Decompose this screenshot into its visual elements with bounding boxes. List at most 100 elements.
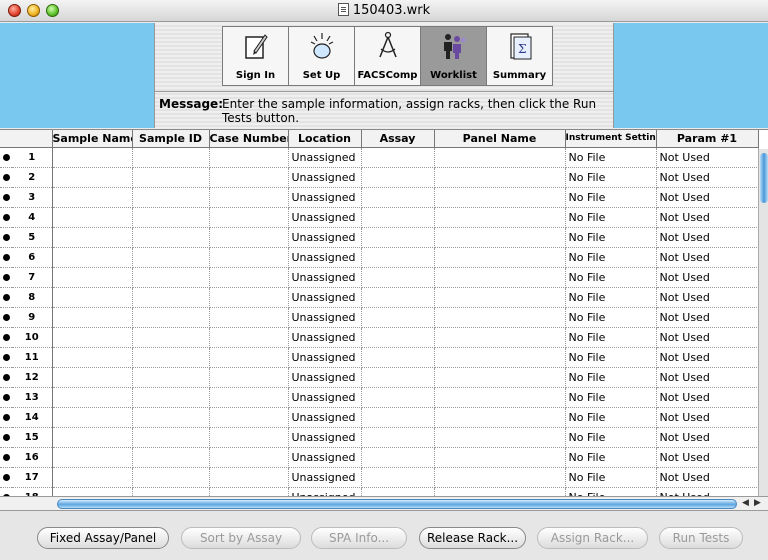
scroll-right-arrow-icon[interactable]: ▶ [754,498,761,508]
cell-param-1[interactable]: Not Used [656,407,759,428]
cell-sample-name[interactable] [52,227,133,248]
table-row[interactable]: 11 Unassigned No File Not Used [0,347,759,368]
cell-instrument-settings[interactable]: No File [565,247,657,268]
cell-param-1[interactable]: Not Used [656,267,759,288]
cell-assay[interactable] [361,447,435,468]
cell-location[interactable]: Unassigned [288,167,362,188]
cell-panel-name[interactable] [434,407,566,428]
cell-sample-name[interactable] [52,207,133,228]
table-row[interactable]: 18 Unassigned No FileNot Used [0,487,759,496]
cell-panel-name[interactable] [434,167,566,188]
table-row[interactable]: 2 Unassigned No File Not Used [0,167,759,188]
cell-assay[interactable] [361,287,435,308]
cell-location[interactable]: Unassigned [288,327,362,348]
cell-sample-name[interactable] [52,387,133,408]
cell-sample-id[interactable] [132,427,210,448]
cell-instrument-settings[interactable]: No File [565,207,657,228]
cell-case-number[interactable] [209,247,289,268]
cell-assay[interactable] [361,227,435,248]
horizontal-scrollbar[interactable]: ◀ ▶ [0,496,768,511]
tool-summary[interactable]: Σ Summary [486,26,553,86]
cell-location[interactable]: Unassigned [288,387,362,408]
header-panel-name[interactable]: Panel Name [434,130,566,148]
cell-sample-id[interactable] [132,347,210,368]
header-instrument-settings[interactable]: Instrument Settings [565,130,657,148]
cell-location[interactable]: Unassigned [288,407,362,428]
table-row[interactable]: 4 Unassigned No File Not Used [0,207,759,228]
cell-case-number[interactable] [209,487,289,496]
cell-sample-id[interactable] [132,467,210,488]
cell-case-number[interactable] [209,367,289,388]
cell-param-1[interactable]: Not Used [656,487,759,496]
cell-assay[interactable] [361,247,435,268]
cell-sample-name[interactable] [52,407,133,428]
cell-case-number[interactable] [209,147,289,168]
cell-assay[interactable] [361,207,435,228]
vertical-scrollbar[interactable] [758,149,768,496]
cell-location[interactable]: Unassigned [288,487,362,496]
table-row[interactable]: 16 Unassigned No File Not Used [0,447,759,468]
cell-sample-id[interactable] [132,287,210,308]
cell-sample-id[interactable] [132,487,210,496]
vertical-scroll-thumb[interactable] [760,153,768,203]
cell-sample-id[interactable] [132,227,210,248]
cell-case-number[interactable] [209,347,289,368]
scroll-left-arrow-icon[interactable]: ◀ [742,498,749,508]
horizontal-scroll-thumb[interactable] [57,499,737,509]
cell-case-number[interactable] [209,207,289,228]
table-row[interactable]: 15 Unassigned No File Not Used [0,427,759,448]
cell-instrument-settings[interactable]: No File [565,407,657,428]
cell-panel-name[interactable] [434,487,566,496]
table-row[interactable]: 5 Unassigned No File Not Used [0,227,759,248]
cell-sample-name[interactable] [52,187,133,208]
header-sample-name[interactable]: Sample Name [52,130,133,148]
cell-sample-name[interactable] [52,307,133,328]
cell-panel-name[interactable] [434,327,566,348]
cell-sample-id[interactable] [132,387,210,408]
cell-instrument-settings[interactable]: No File [565,267,657,288]
cell-sample-name[interactable] [52,167,133,188]
sort-by-assay-button[interactable]: Sort by Assay [181,527,301,549]
cell-instrument-settings[interactable]: No File [565,227,657,248]
cell-location[interactable]: Unassigned [288,287,362,308]
cell-sample-name[interactable] [52,347,133,368]
cell-assay[interactable] [361,307,435,328]
fixed-assay-panel-button[interactable]: Fixed Assay/Panel [37,527,169,549]
tool-set-up[interactable]: Set Up [288,26,355,86]
cell-panel-name[interactable] [434,307,566,328]
cell-assay[interactable] [361,187,435,208]
cell-sample-id[interactable] [132,247,210,268]
cell-instrument-settings[interactable]: No File [565,367,657,388]
cell-instrument-settings[interactable]: No File [565,187,657,208]
cell-instrument-settings[interactable]: No File [565,287,657,308]
cell-case-number[interactable] [209,227,289,248]
cell-assay[interactable] [361,467,435,488]
cell-panel-name[interactable] [434,207,566,228]
cell-location[interactable]: Unassigned [288,307,362,328]
cell-location[interactable]: Unassigned [288,427,362,448]
cell-case-number[interactable] [209,287,289,308]
cell-sample-id[interactable] [132,367,210,388]
cell-param-1[interactable]: Not Used [656,367,759,388]
cell-instrument-settings[interactable]: No File [565,487,657,496]
cell-case-number[interactable] [209,407,289,428]
cell-param-1[interactable]: Not Used [656,187,759,208]
cell-location[interactable]: Unassigned [288,227,362,248]
cell-instrument-settings[interactable]: No File [565,327,657,348]
cell-sample-name[interactable] [52,327,133,348]
cell-instrument-settings[interactable]: No File [565,147,657,168]
cell-sample-name[interactable] [52,487,133,496]
header-sample-id[interactable]: Sample ID [132,130,210,148]
table-row[interactable]: 12 Unassigned No File Not Used [0,367,759,388]
cell-instrument-settings[interactable]: No File [565,467,657,488]
table-row[interactable]: 6 Unassigned No File Not Used [0,247,759,268]
cell-location[interactable]: Unassigned [288,187,362,208]
cell-panel-name[interactable] [434,267,566,288]
cell-case-number[interactable] [209,467,289,488]
cell-assay[interactable] [361,267,435,288]
cell-case-number[interactable] [209,427,289,448]
cell-location[interactable]: Unassigned [288,467,362,488]
cell-sample-id[interactable] [132,267,210,288]
release-rack-button[interactable]: Release Rack... [419,527,526,549]
run-tests-button[interactable]: Run Tests [659,527,743,549]
